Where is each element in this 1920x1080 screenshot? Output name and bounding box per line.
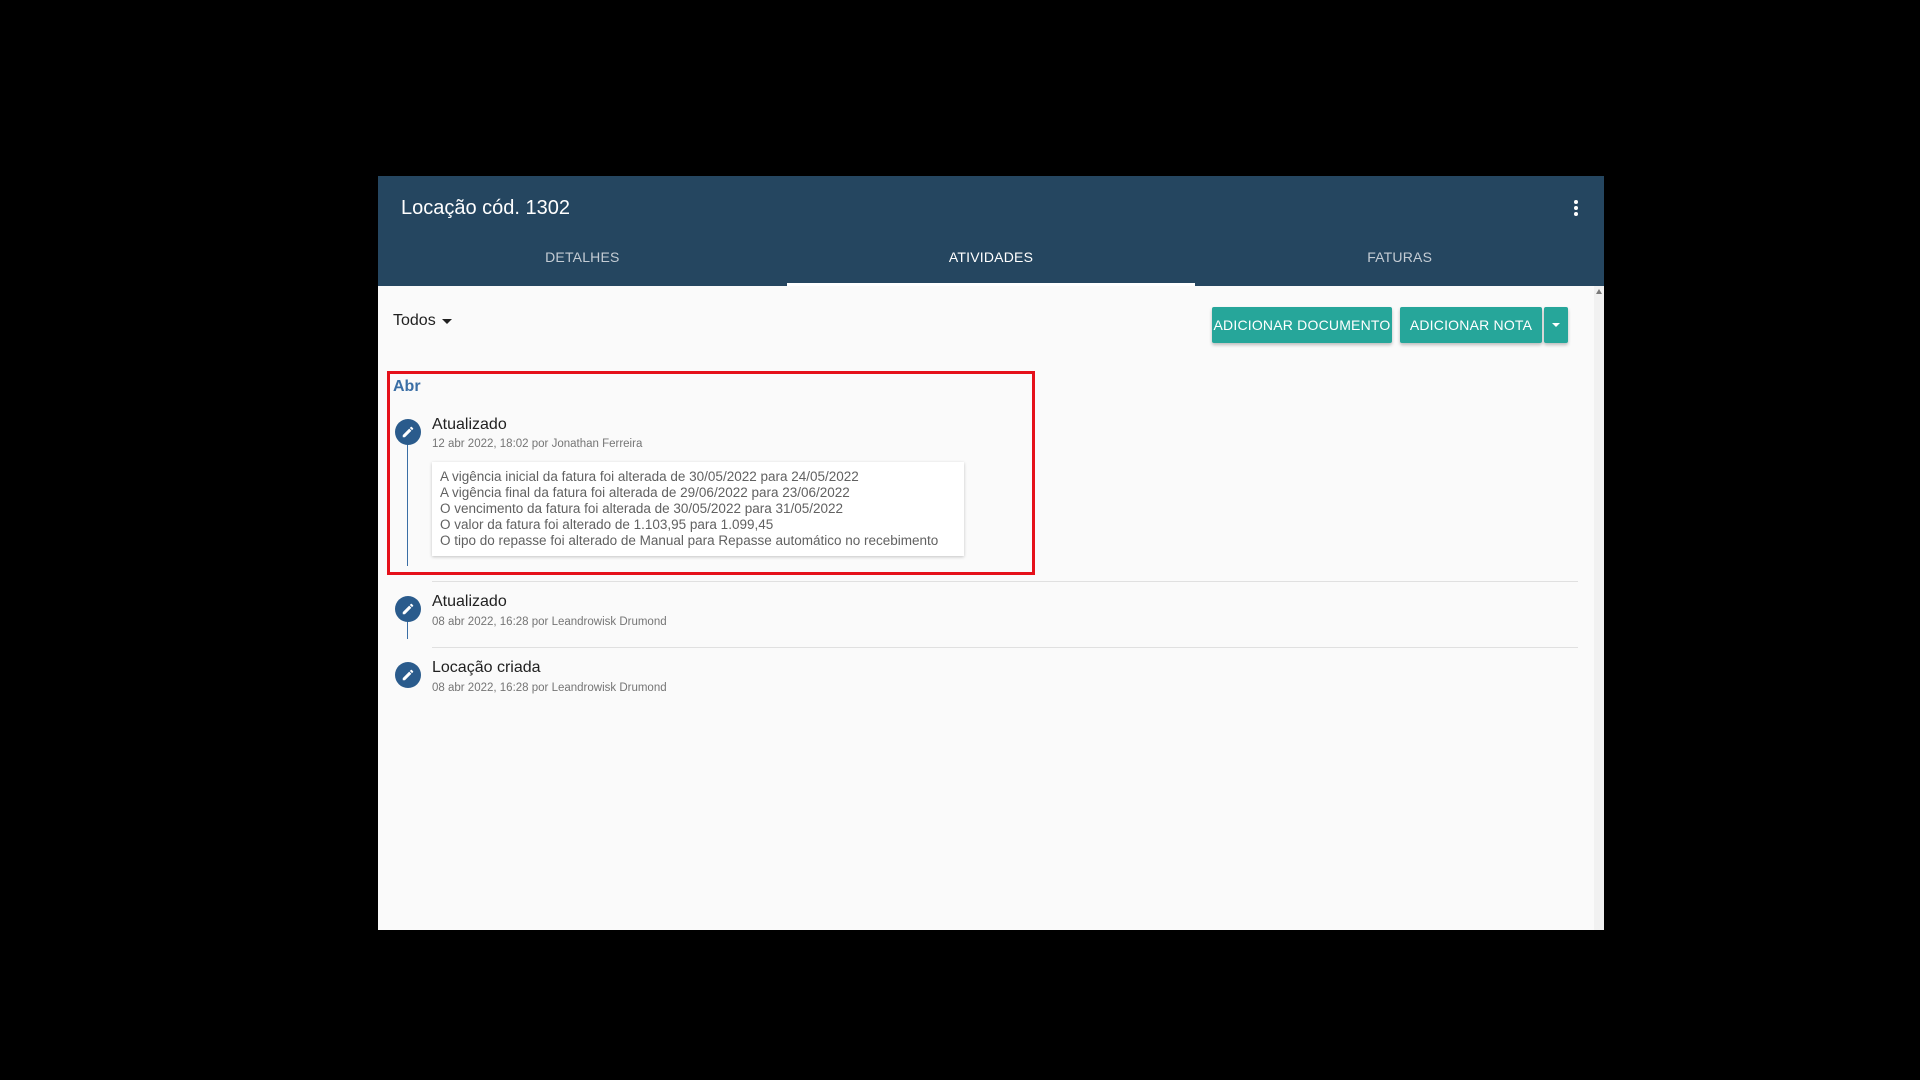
month-header: Abr: [393, 378, 421, 395]
rental-dialog: Locação cód. 1302 DETALHES ATIVIDADES FA…: [378, 176, 1604, 930]
activity-details-card: A vigência inicial da fatura foi alterad…: [432, 462, 964, 556]
add-note-dropdown-button[interactable]: [1544, 307, 1568, 343]
detail-line: A vigência inicial da fatura foi alterad…: [440, 469, 859, 484]
tab-bar: DETALHES ATIVIDADES FATURAS: [378, 230, 1604, 286]
divider: [432, 647, 1578, 648]
edit-pencil-icon: [395, 596, 421, 622]
filter-label: Todos: [393, 312, 436, 329]
edit-pencil-icon: [395, 419, 421, 445]
timeline-line: [407, 430, 408, 566]
activity-meta: 12 abr 2022, 18:02 por Jonathan Ferreira: [432, 438, 643, 450]
activity-title: Atualizado: [432, 593, 507, 610]
more-vert-icon[interactable]: [1564, 194, 1588, 222]
detail-line: O valor da fatura foi alterado de 1.103,…: [440, 517, 774, 532]
caret-down-icon: [441, 318, 452, 324]
add-note-button[interactable]: ADICIONAR NOTA: [1400, 307, 1542, 343]
activity-meta: 08 abr 2022, 16:28 por Leandrowisk Drumo…: [432, 616, 667, 628]
scrollbar[interactable]: [1594, 286, 1604, 930]
caret-down-icon: [1552, 323, 1560, 327]
filter-dropdown[interactable]: Todos: [393, 312, 452, 330]
activity-meta: 08 abr 2022, 16:28 por Leandrowisk Drumo…: [432, 682, 667, 694]
page-title: Locação cód. 1302: [401, 197, 571, 219]
divider: [432, 581, 1578, 582]
activity-title: Atualizado: [432, 416, 507, 433]
detail-line: O vencimento da fatura foi alterada de 3…: [440, 501, 844, 516]
tab-detalhes[interactable]: DETALHES: [378, 230, 787, 286]
scroll-up-arrow-icon[interactable]: [1596, 289, 1602, 294]
tab-atividades[interactable]: ATIVIDADES: [786, 230, 1196, 286]
detail-line: A vigência final da fatura foi alterada …: [440, 485, 850, 500]
edit-pencil-icon: [395, 662, 421, 688]
detail-line: O tipo do repasse foi alterado de Manual…: [440, 533, 939, 548]
tab-faturas[interactable]: FATURAS: [1195, 230, 1604, 286]
add-document-button[interactable]: ADICIONAR DOCUMENTO: [1212, 307, 1392, 343]
activity-title: Locação criada: [432, 659, 541, 676]
dialog-header: Locação cód. 1302 DETALHES ATIVIDADES FA…: [378, 176, 1604, 286]
